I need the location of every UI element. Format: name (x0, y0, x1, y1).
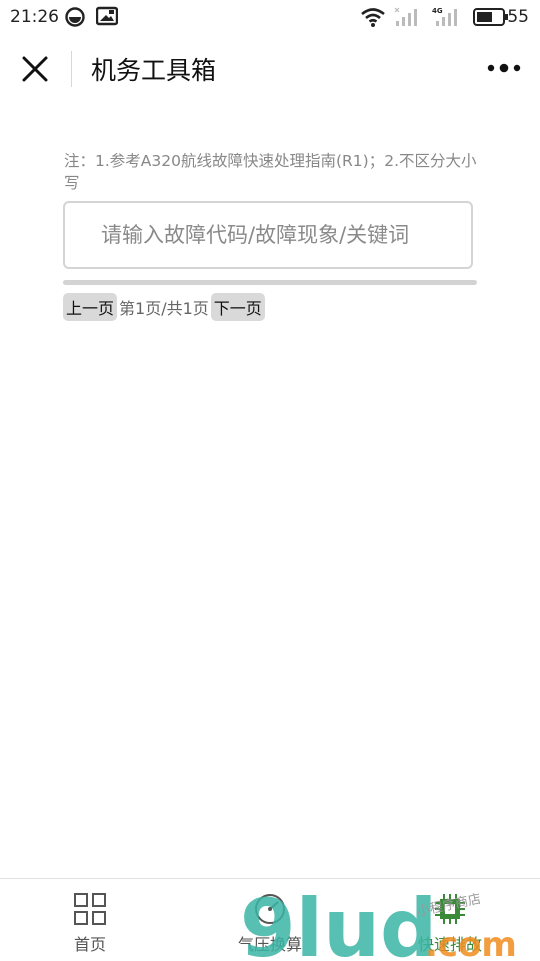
tab-label: 首页 (73, 935, 106, 954)
nav-divider (71, 51, 72, 87)
tab-label: 气压换算 (237, 935, 302, 954)
chip-icon (435, 894, 465, 924)
search-input[interactable] (65, 203, 471, 267)
next-page-button[interactable]: 下一页 (210, 293, 265, 321)
wifi-icon (361, 8, 385, 27)
signal-icon (65, 7, 85, 27)
search-box[interactable] (63, 201, 473, 269)
gauge-icon (255, 894, 285, 924)
status-time: 21:26 (10, 7, 59, 27)
tab-pressure-conversion[interactable]: 气压换算 (180, 879, 360, 961)
page-title: 机务工具箱 (91, 56, 217, 85)
battery-icon (473, 8, 508, 26)
prev-page-button[interactable]: 上一页 (63, 293, 118, 321)
tab-home[interactable]: 首页 (0, 879, 180, 961)
svg-text:4G: 4G (432, 7, 443, 15)
tab-quick-troubleshoot[interactable]: 快速排故 (360, 879, 540, 961)
close-icon[interactable] (20, 54, 50, 84)
camera-icon (96, 6, 118, 26)
battery-level: 55 (507, 7, 529, 27)
cell-signal-icon (394, 7, 417, 26)
nav-bar: 机务工具箱 (0, 34, 540, 104)
4g-signal-icon: 4G (432, 7, 457, 26)
pagination: 上一页 第1页/共1页 下一页 (63, 293, 265, 321)
content-divider (63, 280, 477, 285)
tab-label: 快速排故 (417, 935, 482, 954)
page-info: 第1页/共1页 (119, 299, 209, 318)
more-icon[interactable] (484, 60, 524, 76)
status-bar: 21:26 4G 55 (0, 0, 540, 34)
usage-note: 注：1.参考A320航线故障快速处理指南(R1)；2.不区分大小写 (64, 152, 477, 192)
tab-bar: 首页 气压换算 快速排故 (0, 878, 540, 961)
grid-icon (74, 893, 106, 925)
